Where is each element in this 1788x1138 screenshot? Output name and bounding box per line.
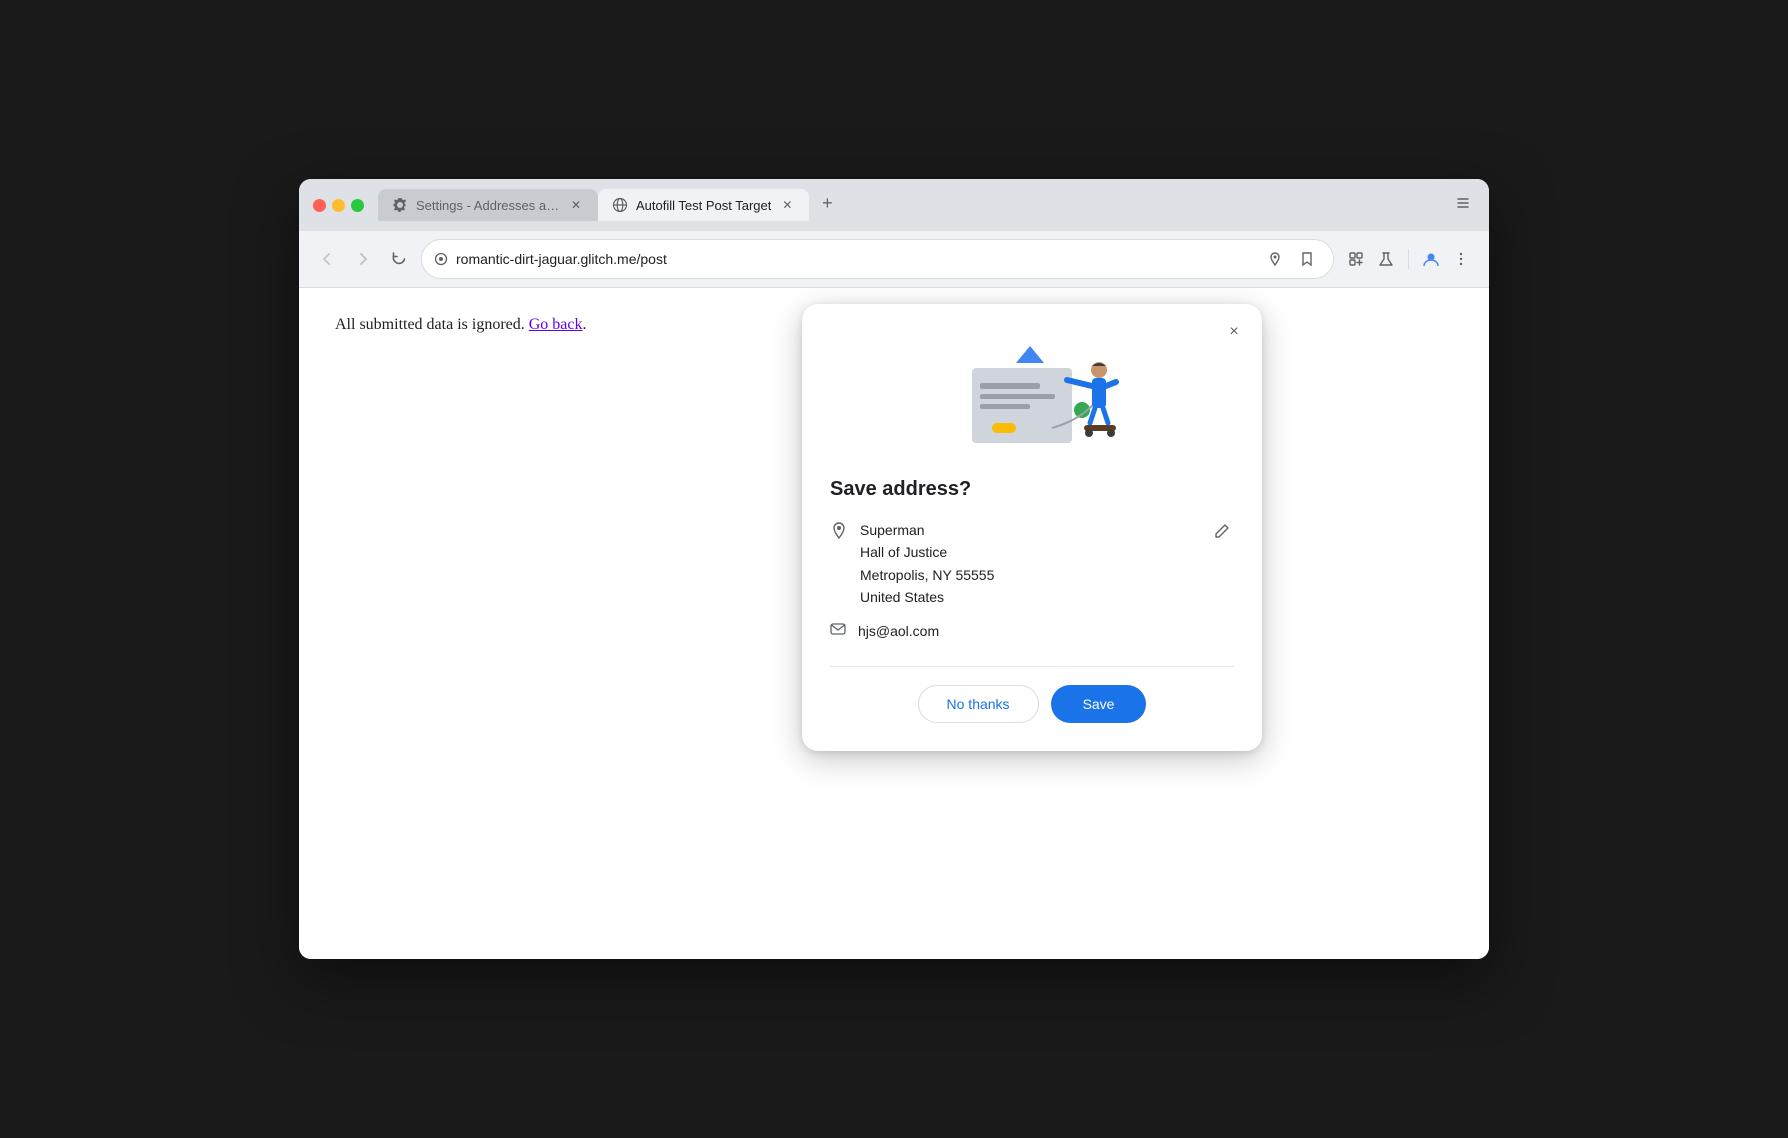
menu-icon[interactable] [1447,245,1475,273]
autofill-tab-close[interactable]: ✕ [779,197,795,213]
address-name: Superman [860,519,1198,541]
tabs-row: Settings - Addresses and mo ✕ Autofill T… [378,189,1475,221]
email-icon [830,621,846,642]
address-bar[interactable]: romantic-dirt-jaguar.glitch.me/post [421,239,1334,279]
save-address-illustration [892,328,1172,458]
save-button[interactable]: Save [1051,685,1147,723]
browser-window: Settings - Addresses and mo ✕ Autofill T… [299,179,1489,959]
settings-tab-close[interactable]: ✕ [568,197,584,213]
address-line4: United States [860,586,1198,608]
new-tab-button[interactable]: + [813,189,841,217]
dialog-divider [830,666,1234,667]
minimize-window-button[interactable] [332,199,345,212]
profile-icon[interactable] [1417,245,1445,273]
url-text: romantic-dirt-jaguar.glitch.me/post [456,251,1253,267]
address-bar-row: romantic-dirt-jaguar.glitch.me/post [299,231,1489,288]
gear-icon [392,197,408,213]
autofill-tab-title: Autofill Test Post Target [636,198,771,213]
maximize-window-button[interactable] [351,199,364,212]
email-info: hjs@aol.com [830,621,1234,642]
reload-button[interactable] [385,245,413,273]
edit-address-button[interactable] [1210,519,1234,548]
settings-tab-title: Settings - Addresses and mo [416,198,560,213]
tab-settings[interactable]: Settings - Addresses and mo ✕ [378,189,598,221]
location-icon[interactable] [1261,245,1289,273]
tab-list-button[interactable] [1451,191,1475,215]
address-line2: Hall of Justice [860,541,1198,563]
tab-autofill[interactable]: Autofill Test Post Target ✕ [598,189,809,221]
dialog-illustration [830,328,1234,458]
lab-icon[interactable] [1372,245,1400,273]
address-right-icons [1261,245,1321,273]
address-lines: Superman Hall of Justice Metropolis, NY … [860,519,1198,609]
no-thanks-button[interactable]: No thanks [918,685,1039,723]
bookmark-icon[interactable] [1293,245,1321,273]
extensions-icon[interactable] [1342,245,1370,273]
dialog-title: Save address? [830,478,1234,501]
title-bar: Settings - Addresses and mo ✕ Autofill T… [299,179,1489,231]
globe-icon [612,197,628,213]
back-button[interactable] [313,245,341,273]
close-window-button[interactable] [313,199,326,212]
save-address-dialog: × [802,304,1262,751]
toolbar-divider [1408,249,1409,269]
tracking-icon [434,252,448,266]
address-info: Superman Hall of Justice Metropolis, NY … [830,519,1234,609]
traffic-lights [313,199,364,212]
page-content: All submitted data is ignored. Go back. … [299,288,1489,959]
go-back-link[interactable]: Go back [529,316,583,333]
address-location-icon [830,521,848,544]
forward-button[interactable] [349,245,377,273]
email-value: hjs@aol.com [858,623,939,639]
address-line3: Metropolis, NY 55555 [860,564,1198,586]
dialog-actions: No thanks Save [830,685,1234,723]
toolbar-right [1342,245,1475,273]
